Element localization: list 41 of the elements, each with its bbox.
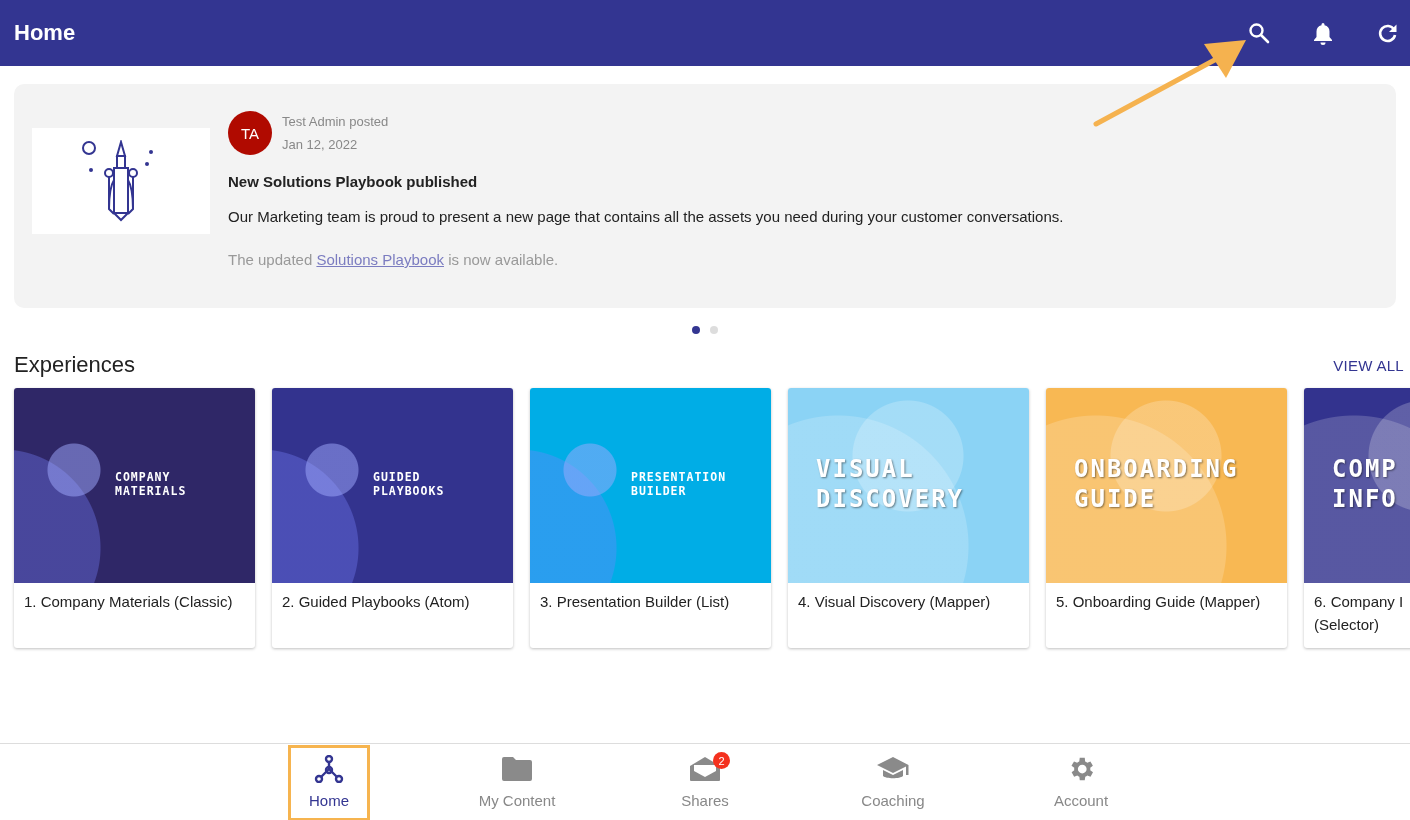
experience-title: 3. Presentation Builder (List) <box>539 592 731 612</box>
experience-title: 5. Onboarding Guide (Mapper) <box>1055 592 1262 612</box>
experience-title: 1. Company Materials (Classic) <box>23 592 234 612</box>
cover-title: COMP INFO <box>1332 454 1398 514</box>
nav-tab[interactable]: Account <box>1041 754 1121 814</box>
view-all-link[interactable]: VIEW ALL <box>1333 356 1404 374</box>
experience-card[interactable]: GUIDED PLAYBOOKS 2. Guided Playbooks (Atom) <box>272 388 513 648</box>
experience-title: 6. Company I (Selector) <box>1313 592 1405 635</box>
post-title: New Solutions Playbook published <box>228 173 479 190</box>
experience-title: 4. Visual Discovery (Mapper) <box>797 592 992 612</box>
page-title: Home <box>14 20 77 46</box>
bell-icon <box>1313 21 1333 45</box>
cover-title: VISUAL DISCOVERY <box>816 454 965 514</box>
experience-card[interactable]: COMPANY MATERIALS 1. Company Materials (Classic) <box>14 388 255 648</box>
search-button[interactable] <box>1246 20 1272 46</box>
experience-card[interactable]: VISUAL DISCOVERY 4. Visual Discovery (Mapper) <box>788 388 1029 648</box>
carousel-dot[interactable] <box>692 326 700 334</box>
experience-card[interactable]: COMP INFO 6. Company I (Selector) <box>1304 388 1410 648</box>
cover-title: PRESENTATION BUILDER <box>631 470 727 499</box>
cover-title: GUIDED PLAYBOOKS <box>373 470 445 499</box>
playbook-link[interactable]: Solutions Playbook <box>316 251 444 268</box>
post-date: Jan 12, 2022 <box>282 137 359 152</box>
search-icon <box>1248 22 1270 44</box>
envelope-icon <box>689 756 721 782</box>
hub-icon <box>314 755 344 783</box>
refresh-icon <box>1376 22 1398 44</box>
nav-tab[interactable]: My Content <box>477 754 557 814</box>
folder-icon <box>501 756 533 782</box>
nav-tab[interactable]: Coaching <box>853 754 933 814</box>
post-author: Test Admin posted <box>282 114 389 129</box>
post-body: Our Marketing team is proud to present a new page that contains all the assets you need during your customer conversations. <box>228 208 1064 225</box>
experience-card[interactable]: PRESENTATION BUILDER 3. Presentation Builder (List) <box>530 388 771 648</box>
cover-title: COMPANY MATERIALS <box>115 470 187 499</box>
nav-tab[interactable]: Shares 2 <box>665 754 745 814</box>
nav-tab[interactable]: Home <box>289 746 369 820</box>
experience-title: 2. Guided Playbooks (Atom) <box>281 592 471 612</box>
post-note: The updated Solutions Playbook is now available. <box>228 251 560 268</box>
carousel-dot[interactable] <box>710 326 718 334</box>
count-badge: 2 <box>713 752 730 769</box>
avatar: TA <box>228 111 272 155</box>
section-heading: Experiences <box>14 352 136 378</box>
